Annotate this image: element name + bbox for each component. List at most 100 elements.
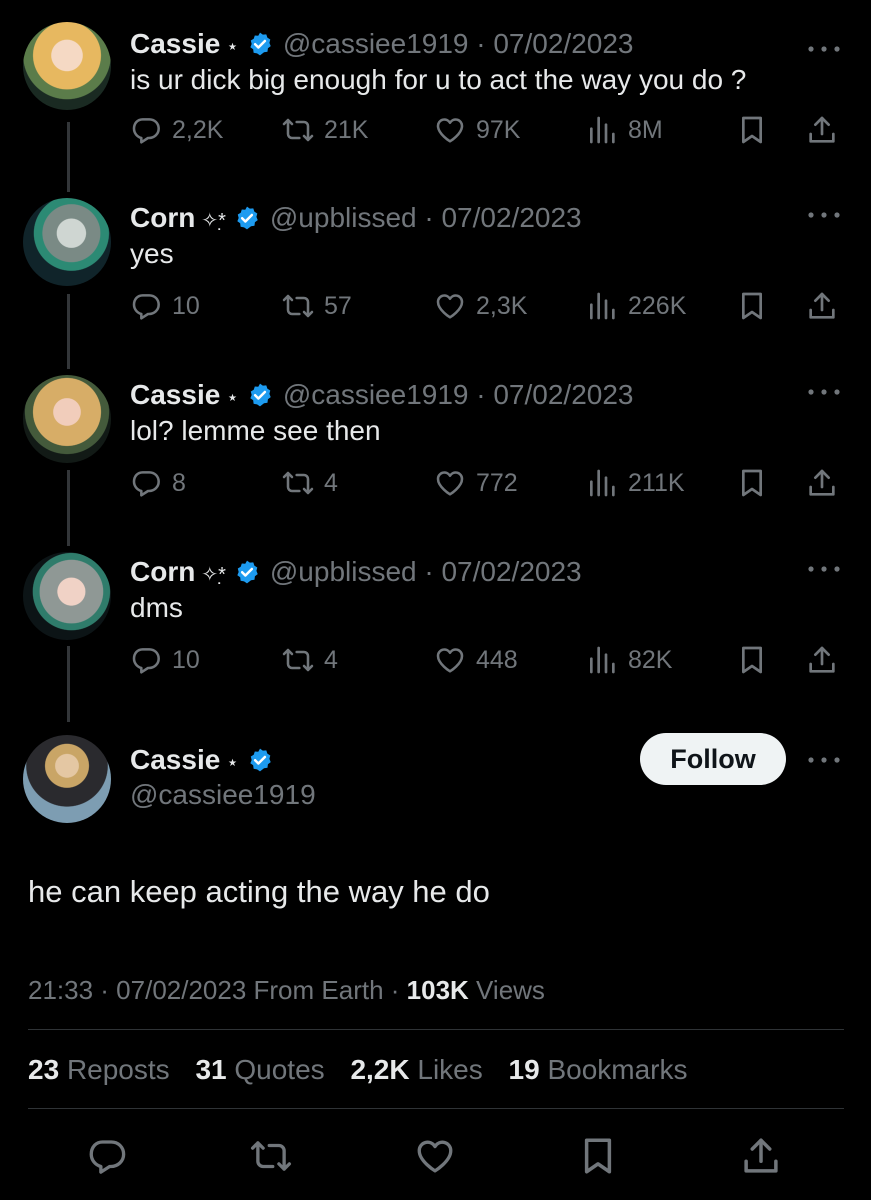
bookmark-icon[interactable] (736, 644, 768, 676)
more-icon[interactable] (806, 44, 842, 54)
bookmarks-stat[interactable]: 19 Bookmarks (509, 1054, 688, 1085)
share-icon[interactable] (806, 467, 838, 499)
like-count: 2,3K (476, 291, 528, 320)
reply-icon (130, 290, 162, 322)
reposts-stat[interactable]: 23 Reposts (28, 1054, 170, 1085)
thread-tweet[interactable]: Corn ✧*̣ @upblissed · 07/02/2023 yes 10 57… (0, 198, 871, 338)
repost-icon (282, 114, 314, 146)
display-name[interactable]: Cassie (130, 744, 220, 775)
name-decoration: ✧*̣ (201, 564, 226, 586)
bookmark-icon[interactable] (736, 290, 768, 322)
more-icon[interactable] (806, 564, 842, 574)
views-count: 226K (628, 291, 687, 320)
verified-badge-icon (247, 31, 273, 57)
action-bar: 2,2K 21K 97K 8M (130, 110, 850, 150)
views-icon (586, 290, 618, 322)
avatar[interactable] (23, 198, 111, 286)
views-button[interactable]: 226K (586, 286, 686, 326)
tweet-header: Corn ✧*̣ @upblissed · 07/02/2023 (130, 552, 582, 595)
repost-count: 21K (324, 115, 369, 144)
display-name[interactable]: Corn (130, 202, 195, 233)
repost-icon[interactable] (250, 1135, 292, 1177)
thread-tweet[interactable]: Cassie ⋆ @cassiee1919 · 07/02/2023 lol? le… (0, 375, 871, 515)
handle-date[interactable]: @upblissed · 07/02/2023 (270, 556, 582, 587)
bookmark-icon[interactable] (736, 114, 768, 146)
views-button[interactable]: 82K (586, 640, 672, 680)
like-button[interactable]: 448 (434, 640, 518, 680)
share-icon[interactable] (806, 644, 838, 676)
bookmark-icon[interactable] (577, 1135, 619, 1177)
reply-button[interactable]: 2,2K (130, 110, 223, 150)
views-count: 8M (628, 115, 663, 144)
reply-button[interactable]: 10 (130, 640, 200, 680)
tweet-text: dms (130, 592, 183, 623)
views-count: 82K (628, 645, 673, 674)
repost-icon (282, 467, 314, 499)
verified-badge-icon (234, 559, 260, 585)
name-decoration: ⋆ (226, 387, 239, 409)
like-button[interactable]: 2,3K (434, 286, 527, 326)
divider (28, 1029, 844, 1030)
like-count: 448 (476, 645, 518, 674)
views-button[interactable]: 8M (586, 110, 663, 150)
reply-button[interactable]: 8 (130, 463, 186, 503)
views-button[interactable]: 211K (586, 463, 685, 503)
name-decoration: ⋆ (226, 36, 239, 58)
likes-stat[interactable]: 2,2K Likes (350, 1054, 482, 1085)
timestamp-source: 21:33 · 07/02/2023 From Earth · (28, 975, 407, 1005)
share-icon[interactable] (740, 1135, 782, 1177)
thread-tweet[interactable]: Corn ✧*̣ @upblissed · 07/02/2023 dms 10 4 … (0, 552, 871, 692)
like-icon (434, 114, 466, 146)
handle-date[interactable]: @cassiee1919 · 07/02/2023 (283, 379, 634, 410)
repost-button[interactable]: 21K (282, 110, 368, 150)
views-icon (586, 644, 618, 676)
reply-icon (130, 114, 162, 146)
main-handle[interactable]: @cassiee1919 (130, 775, 316, 815)
views-label: Views (476, 975, 545, 1005)
tweet-text: is ur dick big enough for u to act the w… (130, 64, 747, 95)
avatar[interactable] (23, 552, 111, 640)
thread-tweet[interactable]: Cassie ⋆ @cassiee1919 · 07/02/2023 is ur d… (0, 22, 871, 162)
repost-button[interactable]: 4 (282, 640, 338, 680)
handle-date[interactable]: @upblissed · 07/02/2023 (270, 202, 582, 233)
action-bar: 10 57 2,3K 226K (130, 286, 850, 326)
like-count: 97K (476, 115, 521, 144)
reply-button[interactable]: 10 (130, 286, 200, 326)
action-bar: 10 4 448 82K (130, 640, 850, 680)
more-icon[interactable] (806, 210, 842, 220)
handle-date[interactable]: @cassiee1919 · 07/02/2023 (283, 28, 634, 59)
main-avatar[interactable] (23, 735, 111, 823)
avatar[interactable] (23, 375, 111, 463)
avatar[interactable] (23, 22, 111, 110)
quotes-stat[interactable]: 31 Quotes (195, 1054, 324, 1085)
repost-button[interactable]: 57 (282, 286, 352, 326)
tweet-meta: 21:33 · 07/02/2023 From Earth · 103K Vie… (28, 970, 545, 1010)
follow-button[interactable]: Follow (640, 733, 786, 785)
display-name[interactable]: Cassie (130, 28, 220, 59)
like-button[interactable]: 772 (434, 463, 518, 503)
reply-icon[interactable] (86, 1135, 128, 1177)
share-icon[interactable] (806, 290, 838, 322)
reply-count: 8 (172, 468, 186, 497)
views-count: 211K (628, 468, 685, 497)
repost-button[interactable]: 4 (282, 463, 338, 503)
bookmark-icon[interactable] (736, 467, 768, 499)
reply-icon (130, 467, 162, 499)
more-icon[interactable] (806, 387, 842, 397)
display-name[interactable]: Cassie (130, 379, 220, 410)
reply-count: 10 (172, 645, 200, 674)
tweet-header: Corn ✧*̣ @upblissed · 07/02/2023 (130, 198, 582, 241)
verified-badge-icon (247, 747, 273, 773)
like-count: 772 (476, 468, 518, 497)
like-icon (434, 467, 466, 499)
like-icon[interactable] (414, 1135, 456, 1177)
display-name[interactable]: Corn (130, 556, 195, 587)
like-button[interactable]: 97K (434, 110, 520, 150)
share-icon[interactable] (806, 114, 838, 146)
more-icon[interactable] (806, 755, 842, 765)
reply-icon (130, 644, 162, 676)
divider (28, 1108, 844, 1109)
verified-badge-icon (247, 382, 273, 408)
action-bar: 8 4 772 211K (130, 463, 850, 503)
repost-icon (282, 290, 314, 322)
